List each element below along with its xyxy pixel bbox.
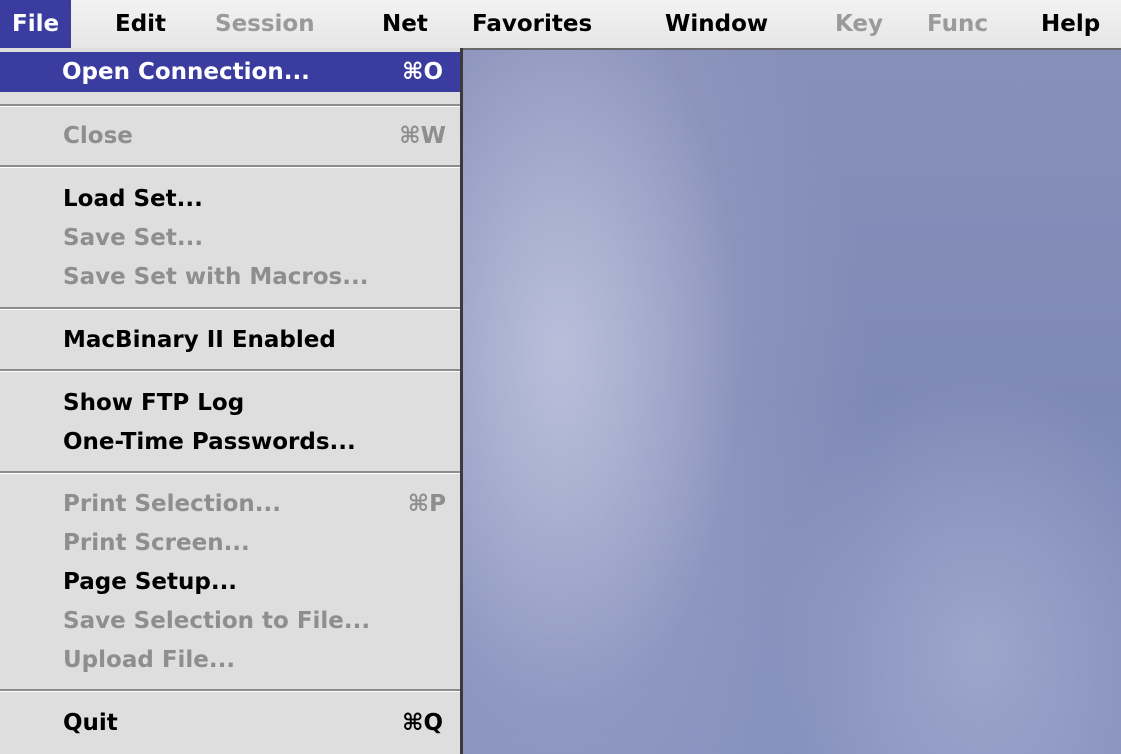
- menu-item-label: Open Connection...: [62, 59, 310, 85]
- menu-item-one-time-passwords[interactable]: One-Time Passwords...: [0, 422, 460, 462]
- menu-net[interactable]: Net: [382, 0, 428, 48]
- menu-item-label: Page Setup...: [63, 569, 238, 595]
- menu-item-quit[interactable]: Quit ⌘Q: [0, 703, 460, 743]
- menu-help[interactable]: Help: [1041, 0, 1100, 48]
- menu-window[interactable]: Window: [665, 0, 768, 48]
- menu-item-label: Upload File...: [63, 647, 236, 673]
- menu-separator: [0, 307, 460, 310]
- menu-separator: [0, 689, 460, 692]
- menu-item-label: MacBinary II Enabled: [63, 327, 336, 353]
- menu-item-label: Print Selection...: [63, 491, 282, 517]
- menu-separator: [0, 369, 460, 372]
- menu-item-label: Close: [63, 123, 133, 149]
- menu-item-label: Save Selection to File...: [63, 608, 371, 634]
- menu-item-label: Save Set...: [63, 225, 204, 251]
- menu-func[interactable]: Func: [927, 0, 988, 48]
- menu-separator: [0, 104, 460, 107]
- menu-item-label: Save Set with Macros...: [63, 264, 369, 290]
- menu-item-page-setup[interactable]: Page Setup...: [0, 562, 460, 602]
- menu-item-label: Load Set...: [63, 186, 203, 212]
- menu-item-shortcut: ⌘W: [399, 123, 446, 149]
- menu-item-shortcut: ⌘Q: [402, 710, 443, 736]
- menu-separator: [0, 471, 460, 474]
- menu-key[interactable]: Key: [835, 0, 883, 48]
- menu-item-save-selection-to-file[interactable]: Save Selection to File...: [0, 601, 460, 641]
- menu-item-show-ftp-log[interactable]: Show FTP Log: [0, 383, 460, 423]
- menu-file[interactable]: File: [0, 0, 72, 48]
- file-menu-dropdown: Open Connection... ⌘O Close ⌘W Load Set.…: [0, 48, 463, 754]
- menu-item-label: Print Screen...: [63, 530, 250, 556]
- menu-bar: File Edit Session Net Favorites Window K…: [0, 0, 1121, 50]
- menu-separator: [0, 165, 460, 168]
- menu-item-print-selection[interactable]: Print Selection... ⌘P: [0, 484, 460, 524]
- menu-item-save-set[interactable]: Save Set...: [0, 218, 460, 258]
- menu-item-print-screen[interactable]: Print Screen...: [0, 523, 460, 563]
- menu-item-label: Show FTP Log: [63, 390, 245, 416]
- menu-item-save-set-with-macros[interactable]: Save Set with Macros...: [0, 257, 460, 297]
- menu-item-close[interactable]: Close ⌘W: [0, 116, 460, 156]
- menu-item-label: One-Time Passwords...: [63, 429, 356, 455]
- menu-item-upload-file[interactable]: Upload File...: [0, 640, 460, 680]
- menu-favorites[interactable]: Favorites: [472, 0, 592, 48]
- menu-edit[interactable]: Edit: [115, 0, 166, 48]
- menu-item-load-set[interactable]: Load Set...: [0, 179, 460, 219]
- menu-session[interactable]: Session: [215, 0, 315, 48]
- menu-item-shortcut: ⌘O: [402, 59, 443, 85]
- menu-item-shortcut: ⌘P: [407, 491, 446, 517]
- menu-item-open-connection[interactable]: Open Connection... ⌘O: [0, 52, 460, 92]
- menu-item-label: Quit: [63, 710, 118, 736]
- menu-item-macbinary[interactable]: MacBinary II Enabled: [0, 320, 460, 360]
